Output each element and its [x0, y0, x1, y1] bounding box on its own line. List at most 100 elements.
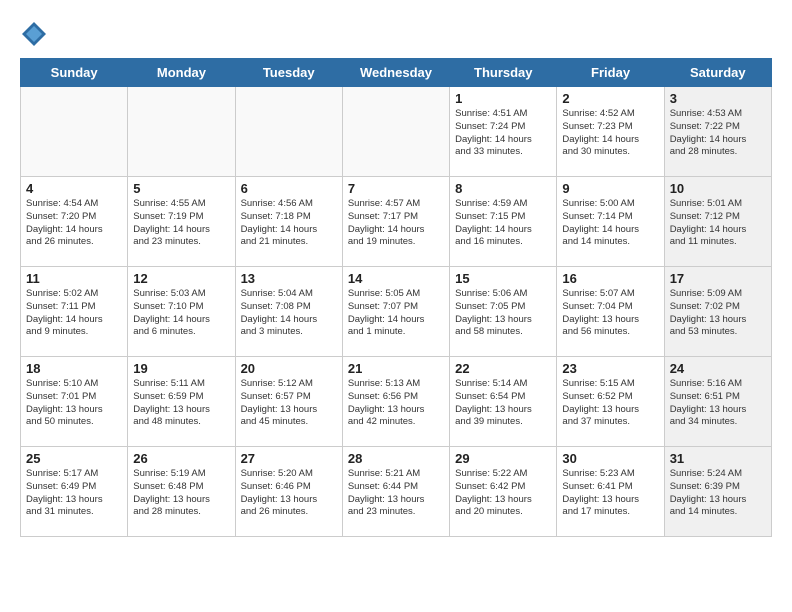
day-cell-10: 10 Sunrise: 5:01 AMSunset: 7:12 PMDayligh…	[664, 177, 771, 267]
day-header-wednesday: Wednesday	[342, 59, 449, 87]
day-info: Sunrise: 5:09 AMSunset: 7:02 PMDaylight:…	[670, 288, 766, 339]
day-cell-21: 21 Sunrise: 5:13 AMSunset: 6:56 PMDayligh…	[342, 357, 449, 447]
day-number: 25	[26, 451, 122, 466]
day-info: Sunrise: 5:24 AMSunset: 6:39 PMDaylight:…	[670, 468, 766, 519]
day-info: Sunrise: 5:10 AMSunset: 7:01 PMDaylight:…	[26, 378, 122, 429]
day-info: Sunrise: 4:53 AMSunset: 7:22 PMDaylight:…	[670, 108, 766, 159]
day-info: Sunrise: 4:59 AMSunset: 7:15 PMDaylight:…	[455, 198, 551, 249]
calendar-week-5: 25 Sunrise: 5:17 AMSunset: 6:49 PMDayligh…	[21, 447, 772, 537]
empty-cell	[21, 87, 128, 177]
day-number: 24	[670, 361, 766, 376]
day-header-saturday: Saturday	[664, 59, 771, 87]
empty-cell	[128, 87, 235, 177]
day-cell-11: 11 Sunrise: 5:02 AMSunset: 7:11 PMDayligh…	[21, 267, 128, 357]
day-number: 12	[133, 271, 229, 286]
day-header-tuesday: Tuesday	[235, 59, 342, 87]
day-header-thursday: Thursday	[450, 59, 557, 87]
day-info: Sunrise: 5:06 AMSunset: 7:05 PMDaylight:…	[455, 288, 551, 339]
day-info: Sunrise: 5:05 AMSunset: 7:07 PMDaylight:…	[348, 288, 444, 339]
day-info: Sunrise: 4:51 AMSunset: 7:24 PMDaylight:…	[455, 108, 551, 159]
day-number: 30	[562, 451, 658, 466]
day-number: 8	[455, 181, 551, 196]
day-cell-3: 3Sunrise: 4:53 AMSunset: 7:22 PMDaylight…	[664, 87, 771, 177]
day-cell-6: 6 Sunrise: 4:56 AMSunset: 7:18 PMDaylight…	[235, 177, 342, 267]
day-header-friday: Friday	[557, 59, 664, 87]
day-info: Sunrise: 5:14 AMSunset: 6:54 PMDaylight:…	[455, 378, 551, 429]
day-cell-12: 12 Sunrise: 5:03 AMSunset: 7:10 PMDayligh…	[128, 267, 235, 357]
day-number: 9	[562, 181, 658, 196]
calendar-week-2: 4 Sunrise: 4:54 AMSunset: 7:20 PMDaylight…	[21, 177, 772, 267]
day-number: 13	[241, 271, 337, 286]
day-info: Sunrise: 5:20 AMSunset: 6:46 PMDaylight:…	[241, 468, 337, 519]
day-number: 22	[455, 361, 551, 376]
day-cell-1: 1 Sunrise: 4:51 AMSunset: 7:24 PMDaylight…	[450, 87, 557, 177]
day-cell-31: 31 Sunrise: 5:24 AMSunset: 6:39 PMDayligh…	[664, 447, 771, 537]
day-cell-14: 14 Sunrise: 5:05 AMSunset: 7:07 PMDayligh…	[342, 267, 449, 357]
calendar-week-3: 11 Sunrise: 5:02 AMSunset: 7:11 PMDayligh…	[21, 267, 772, 357]
day-cell-27: 27 Sunrise: 5:20 AMSunset: 6:46 PMDayligh…	[235, 447, 342, 537]
day-cell-8: 8 Sunrise: 4:59 AMSunset: 7:15 PMDaylight…	[450, 177, 557, 267]
day-cell-23: 23Sunrise: 5:15 AMSunset: 6:52 PMDayligh…	[557, 357, 664, 447]
day-number: 21	[348, 361, 444, 376]
day-number: 16	[562, 271, 658, 286]
day-info: Sunrise: 5:02 AMSunset: 7:11 PMDaylight:…	[26, 288, 122, 339]
day-info: Sunrise: 5:11 AMSunset: 6:59 PMDaylight:…	[133, 378, 229, 429]
day-cell-15: 15 Sunrise: 5:06 AMSunset: 7:05 PMDayligh…	[450, 267, 557, 357]
day-number: 19	[133, 361, 229, 376]
day-number: 28	[348, 451, 444, 466]
day-info: Sunrise: 4:57 AMSunset: 7:17 PMDaylight:…	[348, 198, 444, 249]
day-number: 2	[562, 91, 658, 106]
day-info: Sunrise: 4:52 AMSunset: 7:23 PMDaylight:…	[562, 108, 658, 159]
day-number: 4	[26, 181, 122, 196]
calendar-week-1: 1 Sunrise: 4:51 AMSunset: 7:24 PMDaylight…	[21, 87, 772, 177]
day-cell-20: 20 Sunrise: 5:12 AMSunset: 6:57 PMDayligh…	[235, 357, 342, 447]
day-info: Sunrise: 5:21 AMSunset: 6:44 PMDaylight:…	[348, 468, 444, 519]
day-cell-24: 24 Sunrise: 5:16 AMSunset: 6:51 PMDayligh…	[664, 357, 771, 447]
day-number: 10	[670, 181, 766, 196]
day-number: 15	[455, 271, 551, 286]
day-info: Sunrise: 4:56 AMSunset: 7:18 PMDaylight:…	[241, 198, 337, 249]
day-cell-7: 7 Sunrise: 4:57 AMSunset: 7:17 PMDaylight…	[342, 177, 449, 267]
day-number: 17	[670, 271, 766, 286]
day-info: Sunrise: 4:55 AMSunset: 7:19 PMDaylight:…	[133, 198, 229, 249]
day-header-monday: Monday	[128, 59, 235, 87]
day-info: Sunrise: 5:04 AMSunset: 7:08 PMDaylight:…	[241, 288, 337, 339]
day-info: Sunrise: 5:19 AMSunset: 6:48 PMDaylight:…	[133, 468, 229, 519]
day-number: 1	[455, 91, 551, 106]
day-info: Sunrise: 5:23 AMSunset: 6:41 PMDaylight:…	[562, 468, 658, 519]
day-cell-30: 30 Sunrise: 5:23 AMSunset: 6:41 PMDayligh…	[557, 447, 664, 537]
day-info: Sunrise: 5:15 AMSunset: 6:52 PMDaylight:…	[562, 378, 658, 429]
day-cell-13: 13 Sunrise: 5:04 AMSunset: 7:08 PMDayligh…	[235, 267, 342, 357]
day-number: 6	[241, 181, 337, 196]
day-number: 20	[241, 361, 337, 376]
day-cell-5: 5Sunrise: 4:55 AMSunset: 7:19 PMDaylight…	[128, 177, 235, 267]
day-cell-17: 17 Sunrise: 5:09 AMSunset: 7:02 PMDayligh…	[664, 267, 771, 357]
day-cell-4: 4 Sunrise: 4:54 AMSunset: 7:20 PMDaylight…	[21, 177, 128, 267]
day-info: Sunrise: 5:22 AMSunset: 6:42 PMDaylight:…	[455, 468, 551, 519]
logo	[20, 20, 52, 48]
logo-icon	[20, 20, 48, 48]
day-number: 26	[133, 451, 229, 466]
day-number: 31	[670, 451, 766, 466]
day-info: Sunrise: 5:17 AMSunset: 6:49 PMDaylight:…	[26, 468, 122, 519]
day-cell-19: 19 Sunrise: 5:11 AMSunset: 6:59 PMDayligh…	[128, 357, 235, 447]
day-cell-25: 25 Sunrise: 5:17 AMSunset: 6:49 PMDayligh…	[21, 447, 128, 537]
calendar-table: SundayMondayTuesdayWednesdayThursdayFrid…	[20, 58, 772, 537]
day-cell-29: 29Sunrise: 5:22 AMSunset: 6:42 PMDayligh…	[450, 447, 557, 537]
day-number: 7	[348, 181, 444, 196]
day-info: Sunrise: 5:13 AMSunset: 6:56 PMDaylight:…	[348, 378, 444, 429]
day-info: Sunrise: 5:03 AMSunset: 7:10 PMDaylight:…	[133, 288, 229, 339]
day-info: Sunrise: 5:16 AMSunset: 6:51 PMDaylight:…	[670, 378, 766, 429]
day-cell-16: 16 Sunrise: 5:07 AMSunset: 7:04 PMDayligh…	[557, 267, 664, 357]
day-number: 11	[26, 271, 122, 286]
day-info: Sunrise: 5:07 AMSunset: 7:04 PMDaylight:…	[562, 288, 658, 339]
day-cell-26: 26 Sunrise: 5:19 AMSunset: 6:48 PMDayligh…	[128, 447, 235, 537]
day-info: Sunrise: 5:00 AMSunset: 7:14 PMDaylight:…	[562, 198, 658, 249]
day-cell-22: 22 Sunrise: 5:14 AMSunset: 6:54 PMDayligh…	[450, 357, 557, 447]
day-info: Sunrise: 5:12 AMSunset: 6:57 PMDaylight:…	[241, 378, 337, 429]
day-info: Sunrise: 4:54 AMSunset: 7:20 PMDaylight:…	[26, 198, 122, 249]
day-number: 14	[348, 271, 444, 286]
day-header-sunday: Sunday	[21, 59, 128, 87]
day-number: 27	[241, 451, 337, 466]
day-info: Sunrise: 5:01 AMSunset: 7:12 PMDaylight:…	[670, 198, 766, 249]
